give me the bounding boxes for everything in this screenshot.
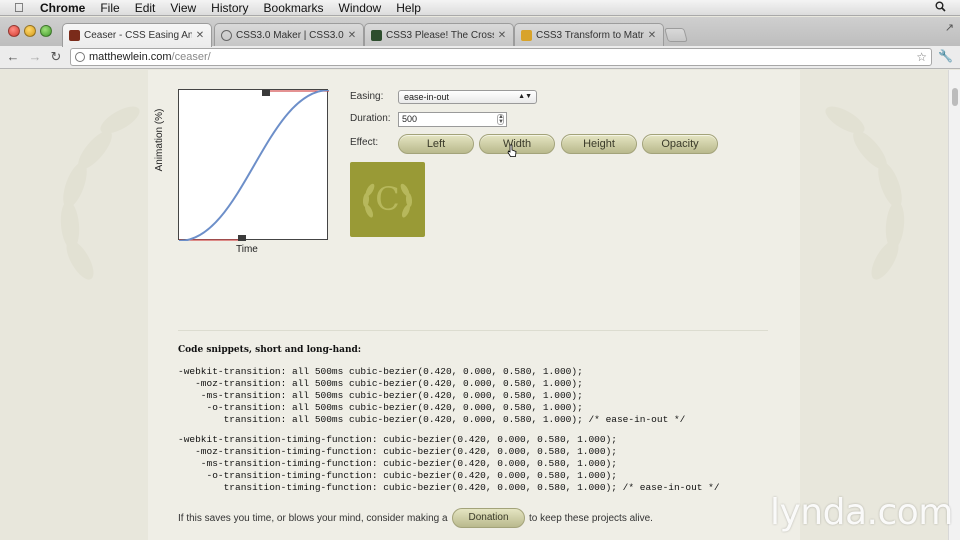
duration-label: Duration: [350, 113, 391, 124]
page-viewport: Animation (%) Time Easing: ease-in-out ▲… [0, 70, 948, 540]
address-bar[interactable]: matthewlein.com/ceaser/ ☆ [70, 48, 932, 66]
matrix-favicon-icon [521, 29, 532, 41]
donation-text-after: to keep these projects alive. [529, 513, 653, 524]
transition-shorthand-code[interactable]: -webkit-transition: all 500ms cubic-bezi… [178, 366, 685, 426]
stepper-icon[interactable]: ▲ ▼ [497, 114, 504, 125]
menu-app-name[interactable]: Chrome [40, 0, 85, 16]
effect-width-button[interactable]: Width [479, 134, 555, 154]
tab-css3-please[interactable]: CSS3 Please! The Cross-Bro ✕ [364, 23, 514, 46]
effect-height-button[interactable]: Height [561, 134, 637, 154]
vertical-scrollbar[interactable] [948, 70, 960, 540]
tab-css3-maker[interactable]: CSS3.0 Maker | CSS3.0 Gene ✕ [214, 23, 364, 46]
animation-demo-box: C [350, 162, 425, 237]
fullscreen-icon[interactable]: ↗ [945, 21, 954, 34]
tab-close-icon[interactable]: ✕ [497, 30, 507, 41]
forward-arrow-icon[interactable]: → [27, 49, 43, 65]
y-axis-label: Animation (%) [154, 108, 165, 172]
menu-bookmarks[interactable]: Bookmarks [264, 0, 324, 16]
tab-label: Ceaser - CSS Easing Animati [84, 30, 192, 41]
menu-window[interactable]: Window [339, 0, 382, 16]
tab-label: CSS3.0 Maker | CSS3.0 Gene [236, 29, 344, 41]
url-path: /ceaser/ [171, 51, 211, 63]
css3-please-favicon-icon [371, 29, 382, 41]
url-host: matthewlein.com [89, 51, 172, 63]
scrollbar-thumb[interactable] [952, 88, 958, 106]
donation-text-before: If this saves you time, or blows your mi… [178, 513, 448, 524]
laurel-decoration-icon [60, 106, 140, 280]
bezier-graph[interactable] [178, 88, 330, 243]
close-window-button[interactable] [8, 25, 20, 37]
timing-function-code[interactable]: -webkit-transition-timing-function: cubi… [178, 434, 720, 494]
tab-close-icon[interactable]: ✕ [195, 30, 205, 41]
ceaser-favicon-icon [69, 30, 80, 41]
effect-left-button[interactable]: Left [398, 134, 474, 154]
tab-close-icon[interactable]: ✕ [347, 30, 357, 41]
easing-select-value: ease-in-out [404, 92, 450, 102]
lynda-watermark: lynda.com [770, 492, 953, 533]
menu-bar:  Chrome File Edit View History Bookmark… [0, 0, 960, 16]
donation-button[interactable]: Donation [452, 508, 525, 528]
bezier-curve [178, 89, 330, 242]
wrench-icon[interactable]: 🔧 [938, 49, 953, 63]
menu-edit[interactable]: Edit [135, 0, 156, 16]
menu-history[interactable]: History [211, 0, 248, 16]
easing-label: Easing: [350, 91, 384, 102]
effect-opacity-button[interactable]: Opacity [642, 134, 718, 154]
new-tab-button[interactable] [664, 28, 688, 42]
back-arrow-icon[interactable]: ← [5, 49, 21, 65]
tab-ceaser[interactable]: Ceaser - CSS Easing Animati ✕ [62, 23, 212, 47]
page-content: Animation (%) Time Easing: ease-in-out ▲… [148, 70, 800, 540]
easing-select[interactable]: ease-in-out ▲▼ [398, 90, 537, 104]
bezier-curve-canvas[interactable] [178, 88, 330, 243]
control-point-2-handle[interactable] [262, 88, 270, 96]
menu-view[interactable]: View [170, 0, 196, 16]
apple-icon[interactable]:  [14, 0, 28, 16]
hand-cursor-icon [507, 144, 517, 157]
tab-close-icon[interactable]: ✕ [647, 30, 657, 41]
section-divider [178, 330, 768, 331]
spotlight-search-icon[interactable] [935, 1, 946, 15]
duration-value: 500 [402, 114, 418, 124]
effect-label: Effect: [350, 137, 379, 148]
select-arrows-icon: ▲▼ [518, 93, 532, 100]
bookmark-star-icon[interactable]: ☆ [916, 49, 927, 65]
minimize-window-button[interactable] [24, 25, 36, 37]
snippets-heading: Code snippets, short and long-hand: [178, 345, 362, 355]
css3-maker-favicon-icon [221, 29, 232, 41]
menu-file[interactable]: File [100, 0, 119, 16]
x-axis-label: Time [236, 244, 258, 255]
tab-strip: Ceaser - CSS Easing Animati ✕ CSS3.0 Mak… [0, 17, 960, 47]
zoom-window-button[interactable] [40, 25, 52, 37]
globe-icon [75, 52, 85, 62]
laurel-decoration-icon [825, 106, 905, 280]
tab-css3-matrix[interactable]: CSS3 Transform to Matrix Fi ✕ [514, 23, 664, 46]
tab-label: CSS3 Transform to Matrix Fi [536, 29, 644, 41]
control-point-1-handle[interactable] [238, 235, 246, 243]
menu-help[interactable]: Help [396, 0, 421, 16]
reload-icon[interactable]: ↻ [48, 49, 64, 65]
tab-label: CSS3 Please! The Cross-Bro [386, 29, 494, 41]
demo-letter: C [375, 180, 400, 218]
browser-toolbar: ← → ↻ matthewlein.com/ceaser/ ☆ 🔧 [0, 46, 960, 69]
duration-input[interactable]: 500 ▲ ▼ [398, 112, 507, 127]
